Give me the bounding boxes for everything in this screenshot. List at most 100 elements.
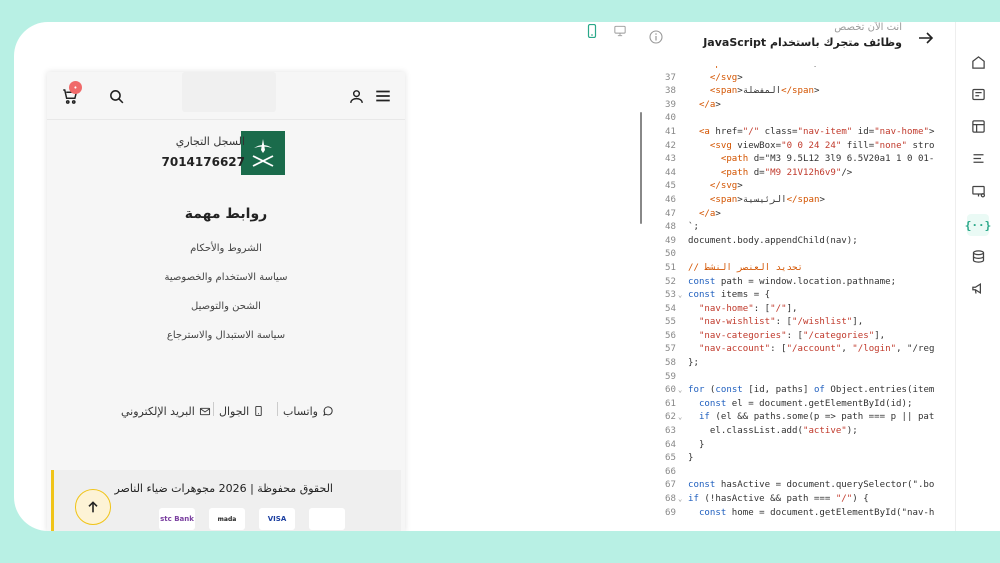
visa-label: VISA — [267, 515, 287, 523]
code-text: document.body.appendChild(nav); — [688, 235, 858, 246]
list-icon[interactable] — [969, 149, 987, 167]
link-privacy[interactable]: سياسة الاستخدام والخصوصية — [47, 272, 405, 283]
display-settings-icon[interactable] — [969, 182, 987, 200]
editor-subtitle: أنت الآن تخصص — [834, 22, 902, 33]
code-text: <span>المفضلة</span> — [709, 86, 820, 97]
payment-badge-blank — [309, 508, 345, 530]
store-icon[interactable] — [969, 53, 987, 71]
stc-bank-label: stc Bank — [160, 515, 194, 523]
contact-whatsapp[interactable]: واتساب — [283, 402, 334, 420]
search-icon[interactable] — [105, 85, 127, 107]
contact-divider — [277, 402, 278, 416]
line-number: 49 — [665, 235, 676, 246]
line-number: 60 — [665, 385, 676, 396]
code-line[interactable]: 59 — [640, 371, 955, 385]
id-card-icon[interactable] — [969, 85, 987, 103]
code-line[interactable]: 62 ⌄ if (el && paths.some(p => path === p… — [640, 411, 955, 425]
desktop-view-icon[interactable] — [614, 24, 626, 38]
link-terms[interactable]: الشروط والأحكام — [47, 243, 405, 254]
code-text: } — [688, 453, 694, 464]
code-line[interactable]: 42 <svg viewBox="0 0 24 24" fill="none" … — [640, 140, 955, 154]
code-line[interactable]: 47 </a> — [640, 208, 955, 222]
code-line[interactable]: 43 <path d="M3 9.5L12 3l9 6.5V20a1 1 0 0… — [640, 153, 955, 167]
code-line[interactable]: 49 document.body.appendChild(nav); — [640, 235, 955, 249]
code-line[interactable]: 38 <span>المفضلة</span> — [640, 85, 955, 99]
code-line[interactable]: 53 ⌄ const items = { — [640, 289, 955, 303]
code-line[interactable]: 45 </svg> — [640, 180, 955, 194]
code-line[interactable]: 39 </a> — [640, 99, 955, 113]
saudi-emblem-icon — [241, 131, 285, 175]
contact-mobile[interactable]: الجوال — [219, 402, 264, 420]
code-line[interactable]: 61 const el = document.getElementById(id… — [640, 398, 955, 412]
store-logo-placeholder[interactable] — [182, 72, 276, 112]
line-number: 55 — [665, 317, 676, 328]
code-braces-icon[interactable]: {··} — [965, 214, 991, 236]
whatsapp-label: واتساب — [283, 404, 318, 418]
code-line[interactable]: 44 <path d="M9 21V12h6v9"/> — [640, 167, 955, 181]
code-line[interactable]: 55 "nav-wishlist": ["/wishlist"], — [640, 316, 955, 330]
fold-chevron-icon[interactable]: ⌄ — [678, 384, 682, 398]
arrow-up-icon — [88, 501, 98, 513]
line-number: 37 — [665, 72, 676, 83]
link-returns[interactable]: سياسة الاستبدال والاسترجاع — [47, 330, 405, 341]
code-line[interactable]: 57 "nav-account": ["/account", "/login",… — [640, 343, 955, 357]
whatsapp-icon — [323, 406, 333, 416]
database-icon[interactable] — [969, 247, 987, 265]
code-line[interactable]: 52 const path = window.location.pathname; — [640, 276, 955, 290]
email-label: البريد الإلكتروني — [121, 404, 195, 418]
code-line[interactable]: 65} — [640, 452, 955, 466]
line-number: 57 — [665, 344, 676, 355]
code-line[interactable]: 51 // تحديد العنصر النشط — [640, 262, 955, 276]
code-line[interactable]: 69 const home = document.getElementById(… — [640, 507, 955, 521]
scroll-to-top-button[interactable] — [75, 489, 111, 525]
code-text: <svg viewBox="0 0 24 24" fill="none" str… — [709, 140, 935, 151]
fold-chevron-icon[interactable]: ⌄ — [678, 411, 682, 425]
code-text: const items = { — [688, 290, 771, 301]
mobile-view-icon[interactable] — [586, 24, 598, 38]
line-number: 53 — [665, 290, 676, 301]
code-line[interactable]: 46 <span>الرئيسية</span> — [640, 194, 955, 208]
line-number: 41 — [665, 126, 676, 137]
line-number: 66 — [665, 466, 676, 477]
line-number: 47 — [665, 208, 676, 219]
mada-badge: mada — [209, 508, 245, 530]
code-line[interactable]: 60 ⌄ for (const [id, paths] of Object.entr… — [640, 384, 955, 398]
code-line[interactable]: 54 "nav-home": ["/"], — [640, 303, 955, 317]
code-line[interactable]: 67 const hasActive = document.querySelect… — [640, 479, 955, 493]
code-line[interactable]: 56 "nav-categories": ["/categories"], — [640, 330, 955, 344]
contact-email[interactable]: البريد الإلكتروني — [121, 402, 211, 420]
mail-icon — [199, 407, 210, 415]
code-line[interactable]: 48 `; — [640, 221, 955, 235]
code-line[interactable]: 68 ⌄ if (!hasActive && path === "/") { — [640, 493, 955, 507]
code-line[interactable]: 58}; — [640, 357, 955, 371]
arrow-right-icon[interactable] — [917, 30, 935, 46]
line-number: 45 — [665, 181, 676, 192]
code-line[interactable]: 41 <a href="/" class="nav-item" id="nav-… — [640, 126, 955, 140]
code-line[interactable]: 63 el.classList.add("active"); — [640, 425, 955, 439]
line-number: 50 — [665, 249, 676, 260]
code-line[interactable]: 50 — [640, 248, 955, 262]
code-content[interactable]: 36 <path d="M10.5 ..."/>37 </svg>38 <spa… — [640, 66, 955, 531]
code-text: "nav-wishlist": ["/wishlist"], — [698, 317, 864, 328]
code-line[interactable]: 66 — [640, 466, 955, 480]
mada-label: mada — [217, 515, 237, 523]
megaphone-icon[interactable] — [969, 279, 987, 297]
link-shipping[interactable]: الشحن والتوصيل — [47, 301, 405, 312]
menu-icon[interactable] — [372, 85, 394, 107]
line-number: 44 — [665, 167, 676, 178]
fold-chevron-icon[interactable]: ⌄ — [678, 289, 682, 303]
code-text: </svg> — [709, 72, 743, 83]
code-text: for (const [id, paths] of Object.entries… — [688, 385, 935, 396]
info-icon[interactable] — [649, 30, 663, 44]
code-line[interactable]: 40 — [640, 112, 955, 126]
code-line[interactable]: 37 </svg> — [640, 72, 955, 86]
code-text: } — [688, 439, 705, 450]
account-icon[interactable] — [345, 85, 367, 107]
fold-chevron-icon[interactable]: ⌄ — [678, 493, 682, 507]
line-number: 59 — [665, 371, 676, 382]
layout-icon[interactable] — [969, 117, 987, 135]
commercial-register-number: 7014176627 — [161, 155, 246, 169]
code-text: el.classList.add("active"); — [688, 426, 858, 437]
code-line[interactable]: 64 } — [640, 439, 955, 453]
editor-title: وظائف متجرك باستخدام JavaScript — [703, 36, 902, 49]
